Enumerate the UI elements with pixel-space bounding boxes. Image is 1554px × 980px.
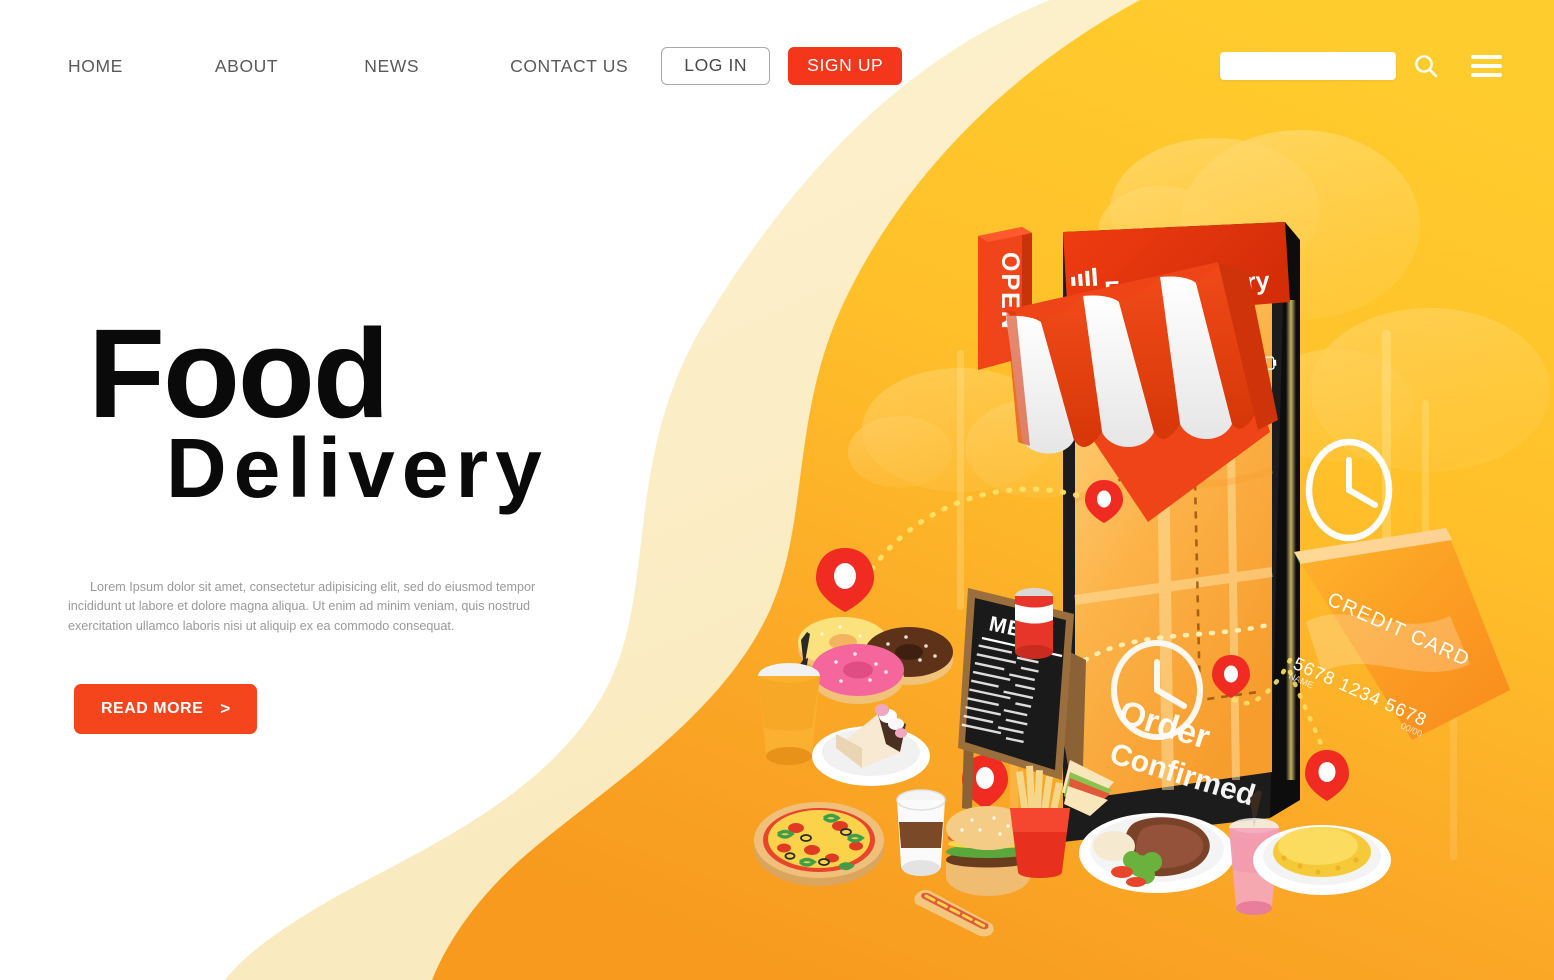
main-navigation: HOME ABOUT NEWS CONTACT US LOG IN SIGN U… [0, 0, 1554, 132]
hero-section: Food Delivery Lorem Ipsum dolor sit amet… [68, 303, 558, 735]
hero-description: Lorem Ipsum dolor sit amet, consectetur … [68, 579, 536, 633]
chevron-right-icon: > [220, 699, 231, 719]
nav-link-about[interactable]: ABOUT [215, 56, 278, 77]
read-more-label: READ MORE [101, 699, 204, 717]
nav-link-news[interactable]: NEWS [364, 56, 419, 77]
nav-link-contact-us[interactable]: CONTACT US [510, 56, 628, 77]
hamburger-bar [1471, 73, 1502, 77]
nav-link-home[interactable]: HOME [68, 56, 123, 77]
login-button[interactable]: LOG IN [661, 46, 771, 86]
hamburger-menu-icon[interactable] [1471, 55, 1502, 77]
nav-utility-group [1220, 52, 1554, 80]
search-input[interactable] [1220, 52, 1396, 80]
hamburger-bar [1471, 64, 1502, 68]
hamburger-bar [1471, 55, 1502, 59]
nav-links-group: HOME ABOUT NEWS CONTACT US LOG IN SIGN U… [0, 46, 903, 86]
signup-button[interactable]: SIGN UP [788, 46, 903, 86]
read-more-button[interactable]: READ MORE > [74, 684, 257, 735]
page-title-secondary: Delivery [166, 420, 549, 515]
page-title-primary: Food [88, 303, 390, 444]
search-icon[interactable] [1413, 53, 1439, 79]
